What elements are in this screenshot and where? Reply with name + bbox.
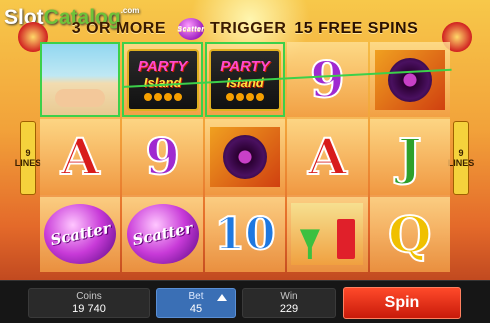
card-symbol-j: J: [397, 126, 423, 187]
banner-scatter-icon: Scatter: [177, 18, 204, 40]
reel-cell: Scatter: [40, 196, 121, 272]
win-label: Win: [280, 291, 298, 302]
coins-value: 19 740: [72, 303, 106, 315]
party-island-symbol: PARTY Island: [126, 48, 199, 111]
reel-cell: 10: [204, 196, 286, 272]
banner-mid: TRIGGER: [210, 20, 287, 37]
reel-cell: PARTY Island: [122, 42, 203, 118]
reel-cell: J: [369, 119, 450, 195]
reel-cell: [287, 196, 368, 272]
card-symbol-10: 10: [213, 208, 276, 261]
card-symbol-a: A: [307, 126, 348, 187]
reel-cell: [369, 42, 450, 118]
disco-ball-scatter-symbol: Scatter: [44, 204, 117, 265]
reel-cell: 9: [287, 42, 368, 118]
card-symbol-a: A: [60, 126, 101, 187]
banner-lead: 3 OR MORE: [71, 20, 167, 37]
game-stage: SlotCatalog.com 3 OR MORE Scatter TRIGGE…: [0, 0, 490, 323]
card-symbol-9: 9: [309, 49, 346, 110]
lines-indicator-right: 9 LINES: [448, 121, 474, 195]
win-display: Win 229: [242, 288, 336, 318]
reel-cell: Q: [369, 196, 450, 272]
disco-ball-scatter-symbol: Scatter: [126, 204, 199, 265]
beach-girl-symbol: [40, 42, 121, 118]
reel-cell: [204, 119, 286, 195]
reel: JQ: [369, 42, 450, 272]
coins-display: Coins 19 740: [28, 288, 150, 318]
bet-value: 45: [189, 303, 203, 315]
coins-label: Coins: [76, 291, 102, 302]
control-bar: Coins 19 740 Bet 45 Win 229 Spin: [0, 280, 490, 323]
reel-cell: A: [40, 119, 121, 195]
reel: A Scatter: [40, 42, 121, 272]
win-value: 229: [279, 303, 299, 315]
arrow-up-icon[interactable]: [217, 294, 227, 301]
vinyl-record-symbol: [209, 126, 280, 187]
card-symbol-9: 9: [144, 126, 181, 187]
bet-label: Bet: [188, 291, 204, 302]
card-symbol-q: Q: [387, 204, 433, 265]
bet-selector[interactable]: Bet 45: [156, 288, 236, 318]
reel-cell: 9: [122, 119, 203, 195]
feature-banner: 3 OR MORE Scatter TRIGGER 15 FREE SPINS: [0, 14, 490, 44]
cocktail-symbol: [291, 203, 364, 266]
reel: PARTY Island 9 Scatter: [122, 42, 203, 272]
banner-free-spins: 15 FREE SPINS: [294, 20, 419, 37]
reel-grid[interactable]: A Scatter PARTY Island 9 Scatter PARTY Island 10…: [40, 42, 450, 272]
vinyl-record-symbol: [374, 49, 445, 110]
lines-indicator-left: 9 LINES: [15, 121, 41, 195]
reel: PARTY Island 10: [204, 42, 286, 272]
reel-cell: [40, 42, 121, 118]
spin-button[interactable]: Spin: [343, 287, 461, 319]
reel-cell: Scatter: [122, 196, 203, 272]
reel-cell: A: [287, 119, 368, 195]
